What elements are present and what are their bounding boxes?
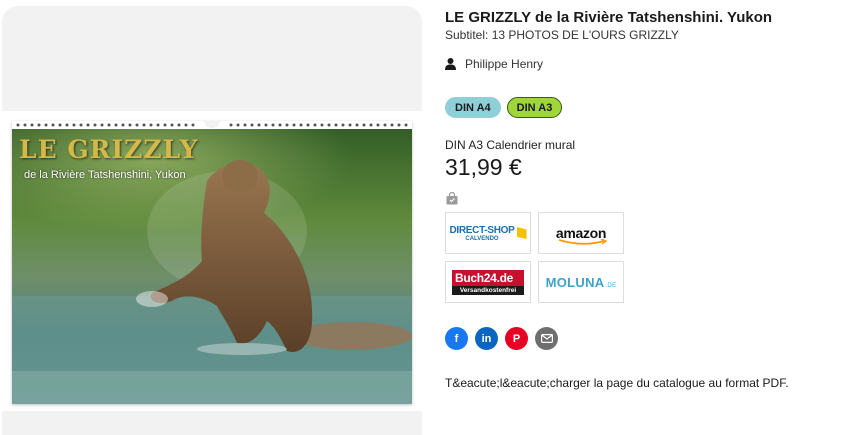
buch24-logo-tld: .de — [496, 270, 514, 285]
linkedin-share-button[interactable]: in — [475, 327, 498, 350]
calendar-cover-subtitle: de la Rivière Tatshenshini, Yukon — [24, 169, 186, 181]
calendar-binding — [12, 121, 412, 129]
social-share-buttons: f in P — [445, 327, 558, 350]
linkedin-icon: in — [481, 332, 492, 345]
retailer-direct-shop-link[interactable]: DIRECT-SHOP CALVENDO — [445, 212, 531, 254]
person-icon — [445, 58, 456, 70]
facebook-share-button[interactable]: f — [445, 327, 468, 350]
direct-shop-logo-text: DIRECT-SHOP — [449, 224, 515, 236]
calendar-cover-image[interactable]: LE GRIZZLY de la Rivière Tatshenshini, Y… — [12, 121, 412, 404]
pinterest-icon: P — [512, 332, 521, 345]
product-subtitle: Subtitel: 13 PHOTOS DE L'OURS GRIZZLY — [445, 28, 679, 42]
format-option-din-a4[interactable]: DIN A4 — [445, 97, 501, 118]
buch24-logo: Buch24.de Versandkostenfrei — [452, 269, 524, 295]
author-name: Philippe Henry — [465, 57, 544, 71]
moluna-logo-text: MOLUNA — [545, 274, 605, 290]
price: 31,99 € — [445, 154, 522, 180]
buch24-logo-sub: Versandkostenfrei — [452, 285, 524, 295]
facebook-icon: f — [454, 332, 459, 345]
product-title: LE GRIZZLY de la Rivière Tatshenshini. Y… — [445, 9, 773, 26]
format-option-din-a3[interactable]: DIN A3 — [506, 97, 563, 118]
product-variant-label: DIN A3 Calendrier mural — [445, 138, 576, 152]
amazon-logo: amazon — [556, 225, 608, 245]
calendar-cover-title: LE GRIZZLY — [19, 135, 199, 164]
buch24-logo-name: Buch24 — [455, 270, 497, 285]
pinterest-share-button[interactable]: P — [505, 327, 528, 350]
direct-shop-logo: DIRECT-SHOP CALVENDO — [449, 224, 527, 242]
email-share-button[interactable] — [535, 327, 558, 350]
direct-shop-flag-icon — [516, 227, 527, 239]
moluna-logo: MOLUNA.DE — [546, 275, 617, 290]
moluna-logo-tld: .DE — [605, 282, 617, 289]
retailer-amazon-link[interactable]: amazon — [538, 212, 624, 254]
retailer-moluna-link[interactable]: MOLUNA.DE — [538, 261, 624, 303]
retailer-buch24-link[interactable]: Buch24.de Versandkostenfrei — [445, 261, 531, 303]
format-selector: DIN A4 DIN A3 — [445, 97, 563, 118]
catalog-pdf-download-link[interactable]: T&eacute;l&eacute;charger la page du cat… — [445, 376, 789, 390]
author[interactable]: Philippe Henry — [445, 57, 543, 71]
shopping-bag-icon — [446, 192, 458, 205]
mail-icon — [540, 334, 553, 343]
direct-shop-logo-sub: CALVENDO — [465, 235, 499, 242]
amazon-smile-icon — [558, 239, 608, 245]
